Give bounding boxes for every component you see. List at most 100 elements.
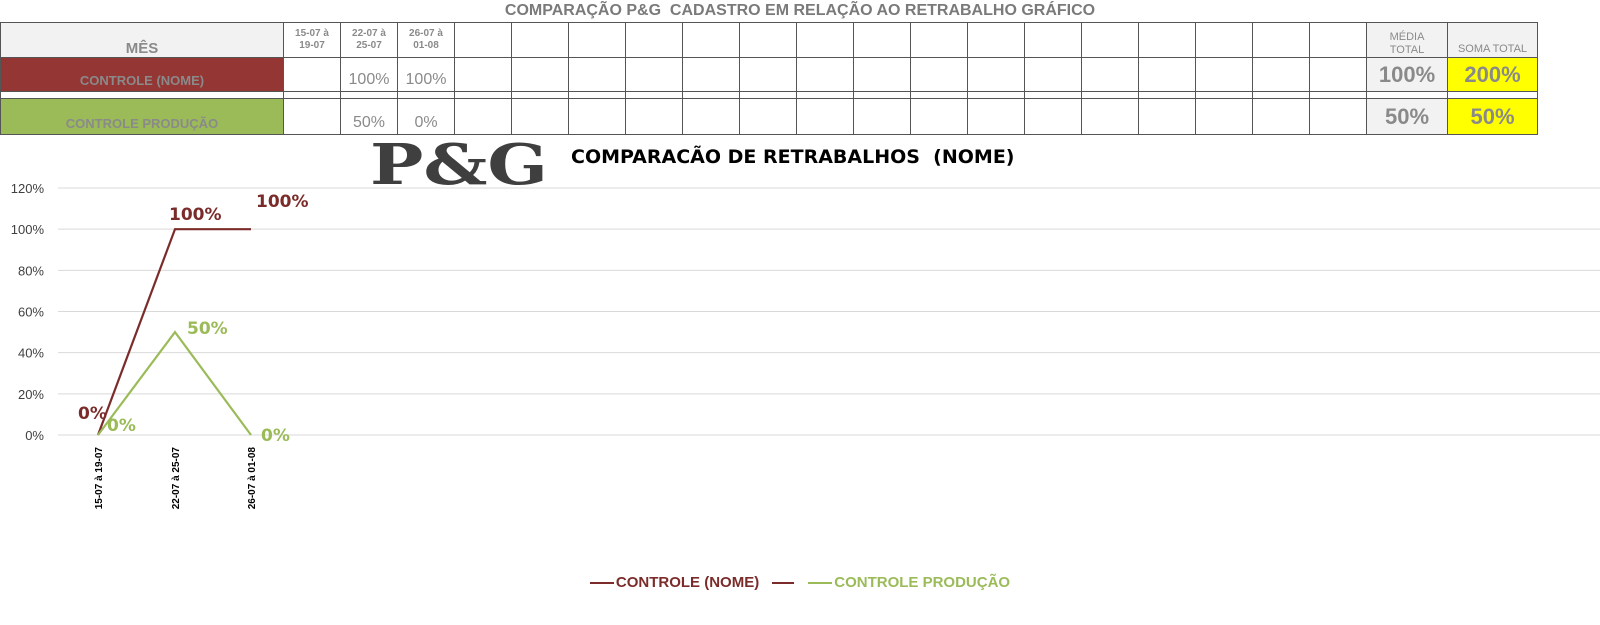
- date-header: [511, 22, 569, 58]
- value-cell: [1252, 57, 1310, 92]
- value-cell: [454, 98, 512, 135]
- value-cell: [1024, 98, 1082, 135]
- gap-cell: [1195, 91, 1253, 99]
- gap-cell: [511, 91, 569, 99]
- value-cell: [1138, 57, 1196, 92]
- x-tick-label: 22-07 à 25-07: [171, 447, 182, 510]
- data-label: 100%: [256, 192, 309, 212]
- value-cell: 50%: [340, 98, 398, 135]
- date-header: [853, 22, 911, 58]
- date-header: [1309, 22, 1367, 58]
- value-cell: [682, 98, 740, 135]
- gap-cell: [1081, 91, 1139, 99]
- x-tick-label: 15-07 à 19-07: [94, 447, 105, 510]
- gap-cell: [1138, 91, 1196, 99]
- value-cell: [1195, 98, 1253, 135]
- data-label: 100%: [169, 205, 222, 225]
- date-header: [625, 22, 683, 58]
- value-cell: [1309, 98, 1367, 135]
- value-cell: [625, 57, 683, 92]
- value-cell: [1195, 57, 1253, 92]
- value-cell: 100%: [397, 57, 455, 92]
- gap-cell: [0, 91, 284, 99]
- gap-cell: [796, 91, 854, 99]
- date-header: [1252, 22, 1310, 58]
- value-cell: [1081, 98, 1139, 135]
- value-cell: [454, 57, 512, 92]
- legend-swatch-extra: [771, 582, 794, 585]
- value-cell: [967, 57, 1025, 92]
- gap-cell: [1447, 91, 1538, 99]
- value-cell: [739, 57, 797, 92]
- gap-cell: [454, 91, 512, 99]
- legend-item-controle-nome: CONTROLE (NOME): [589, 574, 760, 591]
- media-total-header: MÉDIA TOTAL: [1366, 22, 1448, 58]
- date-header: 15-07 à 19-07: [283, 22, 341, 58]
- value-cell: [682, 57, 740, 92]
- y-tick-label: 20%: [18, 387, 44, 402]
- date-header: [682, 22, 740, 58]
- soma-total-header: SOMA TOTAL: [1447, 22, 1538, 58]
- value-cell: [1138, 98, 1196, 135]
- value-cell: [910, 57, 968, 92]
- value-cell: [1252, 98, 1310, 135]
- x-tick-label: 26-07 à 01-08: [247, 447, 258, 510]
- legend-item-controle-producao: CONTROLE PRODUÇÃO: [808, 574, 1010, 591]
- gap-cell: [739, 91, 797, 99]
- mes-header: MÊS: [0, 22, 284, 58]
- value-cell: [739, 98, 797, 135]
- data-label: 0%: [261, 426, 290, 446]
- value-cell: [511, 57, 569, 92]
- data-label: 0%: [107, 416, 136, 436]
- legend-label: CONTROLE PRODUÇÃO: [834, 574, 1011, 591]
- gap-cell: [1309, 91, 1367, 99]
- y-tick-label: 100%: [11, 222, 45, 237]
- gap-cell: [625, 91, 683, 99]
- legend-label: CONTROLE (NOME): [615, 574, 760, 591]
- chart-svg: 0% 20% 40% 60% 80% 100% 120% 15-07 à 19-07 22-07…: [11, 181, 1600, 510]
- value-cell: [1309, 57, 1367, 92]
- chart: 0% 20% 40% 60% 80% 100% 120% 15-07 à 19-07 22-07…: [0, 132, 1600, 625]
- date-header: [796, 22, 854, 58]
- date-header: 22-07 à 25-07: [340, 22, 398, 58]
- gap-cell: [967, 91, 1025, 99]
- date-header: [1138, 22, 1196, 58]
- date-header: [1081, 22, 1139, 58]
- value-cell: [1081, 57, 1139, 92]
- row-label: CONTROLE PRODUÇÃO: [0, 98, 284, 135]
- gap-cell: [568, 91, 626, 99]
- date-header: [910, 22, 968, 58]
- gap-cell: [340, 91, 398, 99]
- svg-text:P&G: P&G: [370, 138, 548, 188]
- gap-cell: [283, 91, 341, 99]
- value-cell: [853, 98, 911, 135]
- value-cell: [625, 98, 683, 135]
- gap-cell: [397, 91, 455, 99]
- row-label: CONTROLE (NOME): [0, 57, 284, 92]
- legend-swatch: [589, 582, 614, 585]
- value-cell: [796, 98, 854, 135]
- y-tick-label: 60%: [18, 305, 44, 320]
- gap-cell: [853, 91, 911, 99]
- value-cell: [511, 98, 569, 135]
- y-tick-label: 40%: [18, 346, 44, 361]
- soma-total-value: 50%: [1447, 98, 1538, 135]
- data-label: 0%: [78, 404, 107, 424]
- date-header: 26-07 à 01-08: [397, 22, 455, 58]
- soma-total-value: 200%: [1447, 57, 1538, 92]
- pg-logo: P&G: [370, 138, 548, 188]
- data-table: MÊS 15-07 à 19-07 22-07 à 25-07 26-07 à 01-08…: [0, 22, 1538, 135]
- value-cell: [283, 57, 341, 92]
- gap-cell: [1252, 91, 1310, 99]
- date-header: [568, 22, 626, 58]
- gap-cell: [1024, 91, 1082, 99]
- date-header: [1195, 22, 1253, 58]
- value-cell: 100%: [340, 57, 398, 92]
- media-total-value: 50%: [1366, 98, 1448, 135]
- value-cell: [910, 98, 968, 135]
- value-cell: 0%: [397, 98, 455, 135]
- y-tick-label: 80%: [18, 263, 44, 278]
- date-header: [739, 22, 797, 58]
- legend-swatch: [808, 582, 833, 585]
- y-tick-label: 0%: [25, 428, 44, 443]
